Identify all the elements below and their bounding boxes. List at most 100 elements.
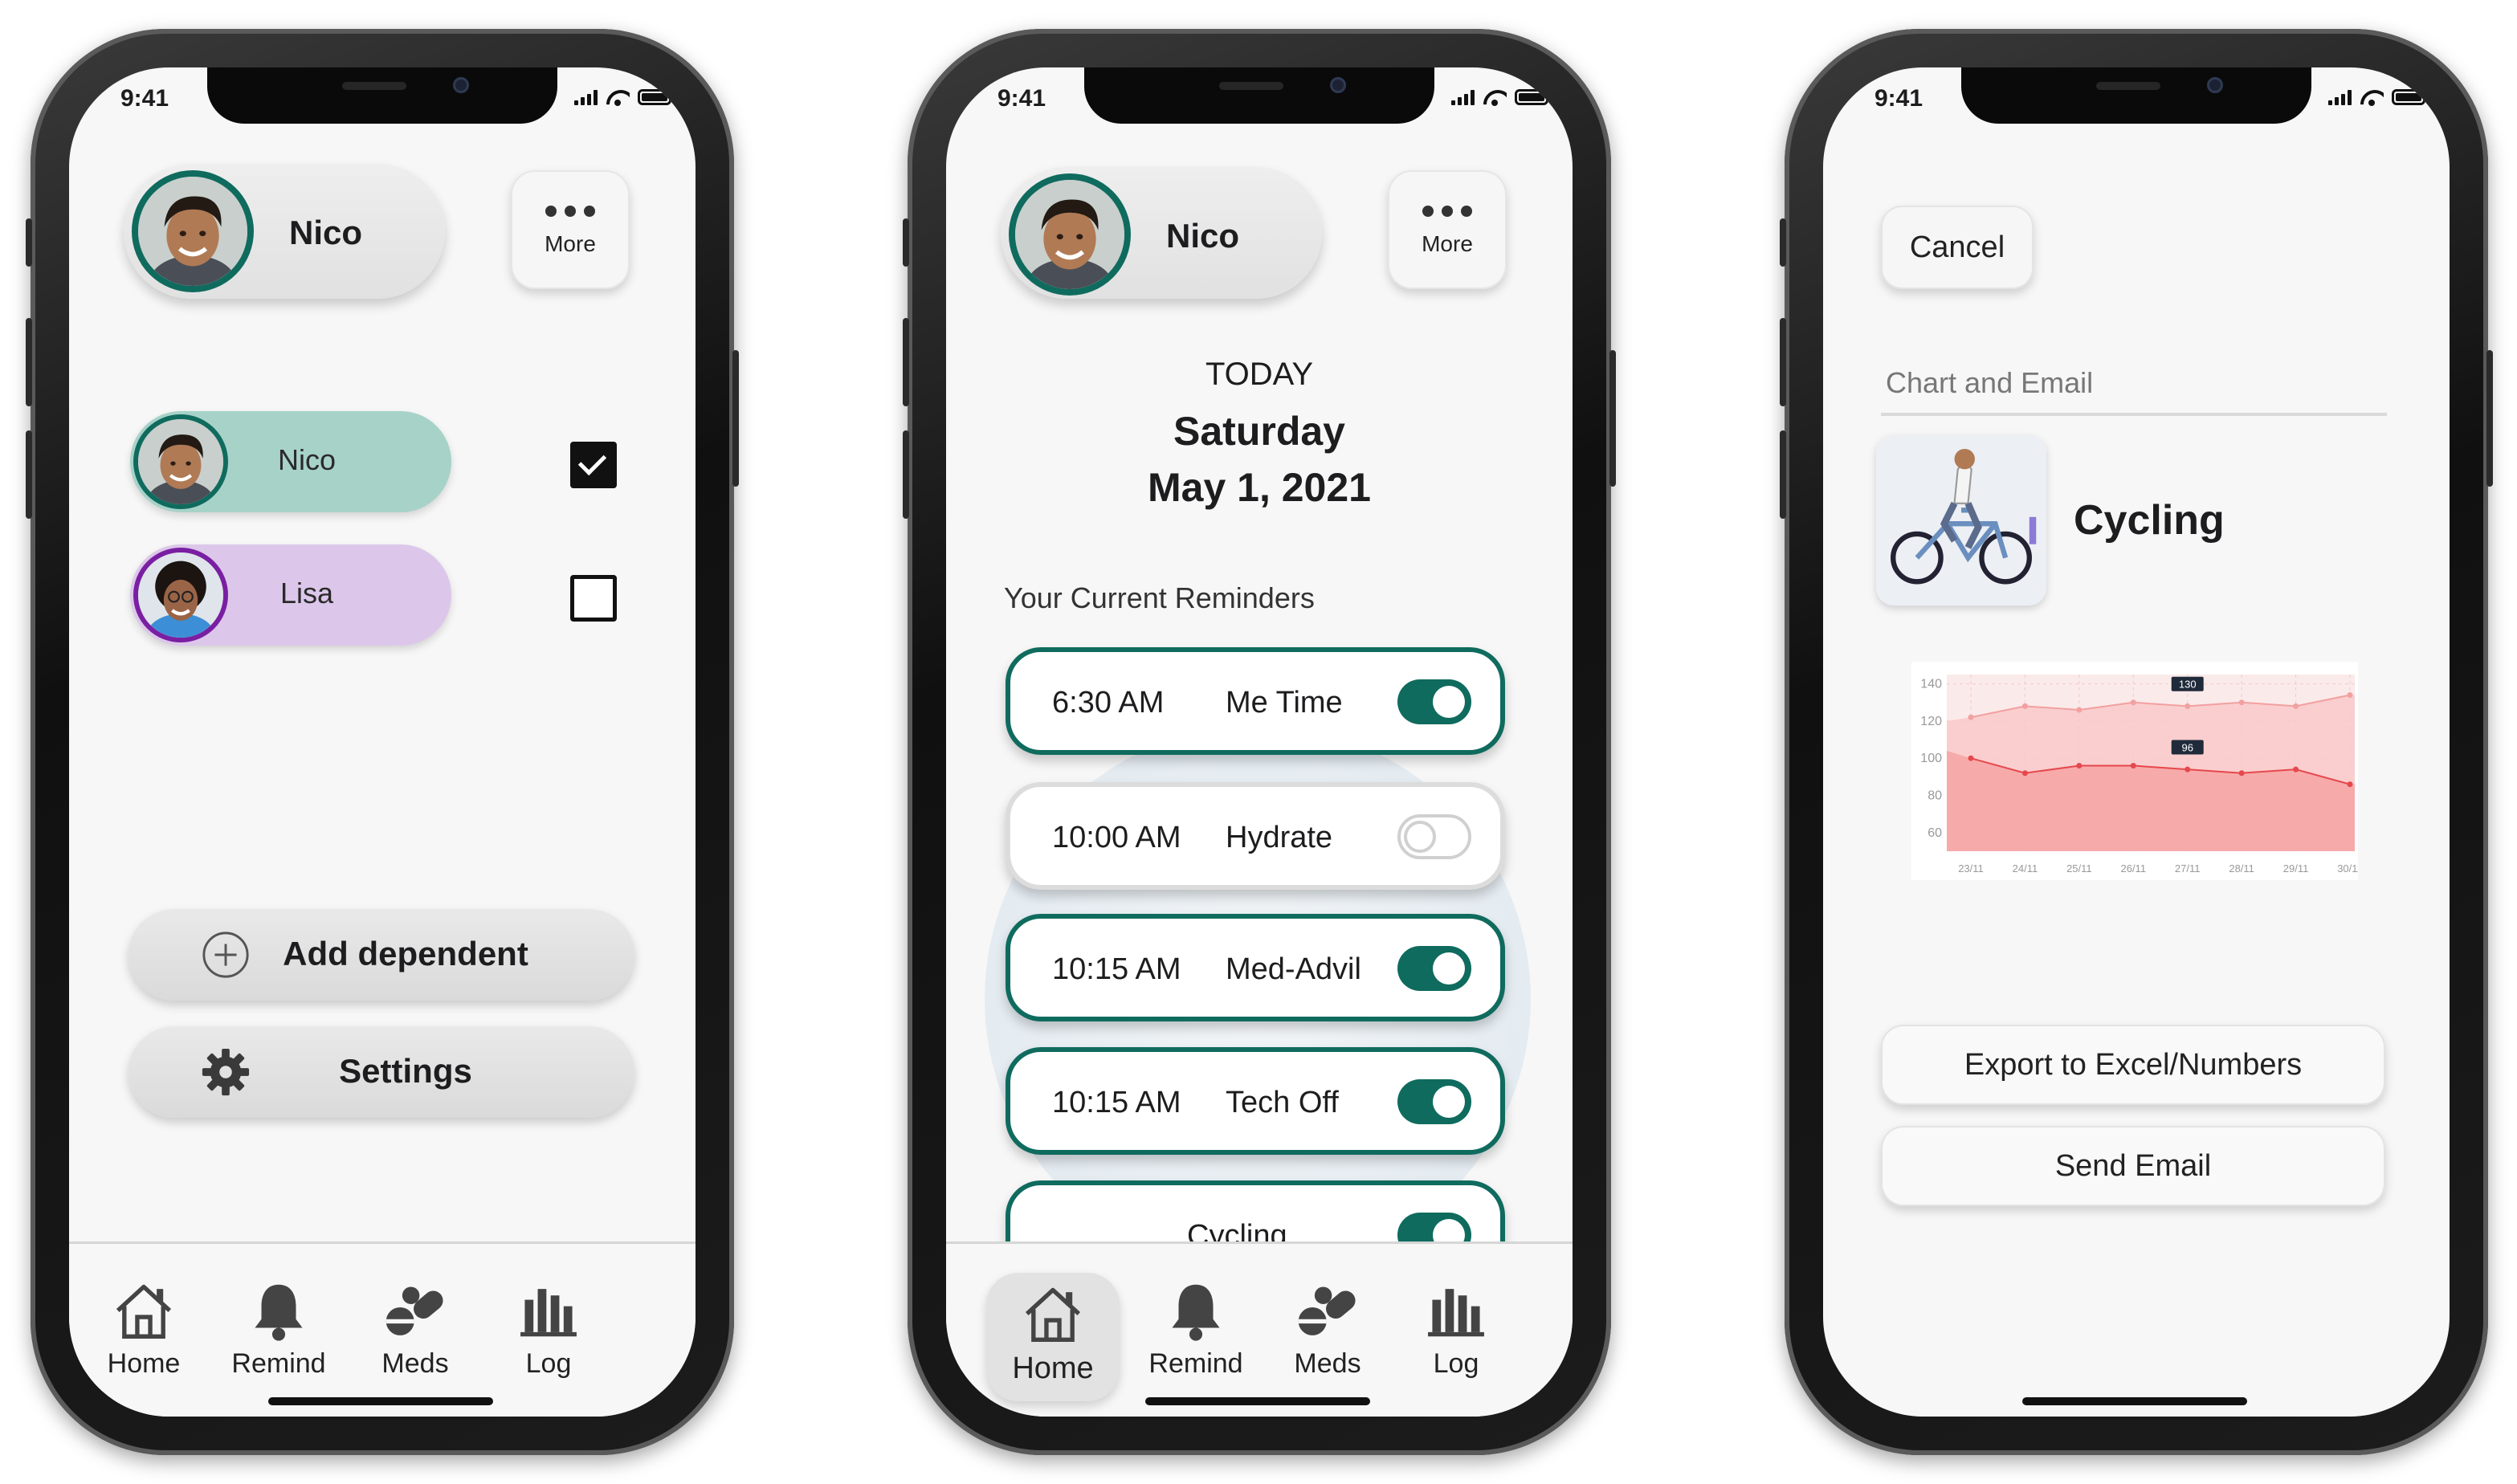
section-label: Chart and Email xyxy=(1886,366,2094,399)
mute-switch xyxy=(26,218,32,267)
chart-point xyxy=(2021,770,2028,777)
chart-x-tick: 28/11 xyxy=(2229,862,2254,874)
bar-chart-icon xyxy=(520,1289,577,1337)
tab-label: Remind xyxy=(1148,1348,1243,1379)
reminder-card[interactable]: 10:15 AM Med-Advil xyxy=(1006,914,1505,1021)
chart-email-screen: 9:41 Cancel Chart and Email Cycling 140 1 xyxy=(1823,67,2450,1417)
volume-up-button xyxy=(903,318,909,406)
chart-point xyxy=(2130,699,2136,706)
more-dots-icon xyxy=(1388,206,1507,217)
avatar-nico-image xyxy=(138,177,247,286)
chart-point xyxy=(1968,755,1974,761)
notch xyxy=(1961,67,2311,124)
chart-annotation-label: 96 xyxy=(2181,741,2193,753)
home-indicator xyxy=(268,1397,493,1405)
today-label: TODAY xyxy=(1205,357,1314,392)
battery-icon xyxy=(2392,89,2429,105)
tab-home[interactable]: Home xyxy=(84,1276,204,1380)
home-indicator xyxy=(1145,1397,1370,1405)
pills-icon xyxy=(1298,1286,1356,1335)
send-email-button[interactable]: Send Email xyxy=(1881,1126,2385,1206)
reminder-toggle[interactable] xyxy=(1397,679,1471,724)
avatar xyxy=(132,170,254,292)
cycling-chart: 140 120 100 80 60 23/11 24/11 25/11 26/11 27/11 28… xyxy=(1911,662,2358,880)
battery-icon xyxy=(638,89,675,105)
signal-icon xyxy=(1451,89,1475,105)
status-time: 9:41 xyxy=(120,85,169,112)
bar-chart-icon xyxy=(1428,1289,1484,1337)
chart-x-tick: 25/11 xyxy=(2066,862,2092,874)
volume-down-button xyxy=(1780,430,1786,519)
dependent-name: Lisa xyxy=(279,577,334,610)
add-dependent-button[interactable]: Add dependent xyxy=(129,909,634,1001)
more-dots-icon xyxy=(511,206,630,217)
tab-meds[interactable]: Meds xyxy=(1267,1276,1388,1380)
tab-label: Log xyxy=(525,1348,572,1379)
chart-point xyxy=(2238,699,2245,706)
wifi-icon xyxy=(606,88,630,106)
reminder-toggle[interactable] xyxy=(1397,814,1471,859)
reminder-toggle[interactable] xyxy=(1397,946,1471,991)
chart-point xyxy=(2021,703,2028,709)
section-divider xyxy=(1881,413,2387,416)
tab-label: Log xyxy=(1433,1348,1479,1379)
avatar-nico-image xyxy=(1015,180,1124,289)
tab-label: Remind xyxy=(231,1348,326,1379)
dependent-checkbox-lisa[interactable] xyxy=(570,575,617,622)
settings-label: Settings xyxy=(339,1052,472,1090)
wifi-icon xyxy=(1483,88,1507,106)
today-date: May 1, 2021 xyxy=(1148,465,1371,510)
pills-icon xyxy=(386,1286,443,1335)
tab-log[interactable]: Log xyxy=(488,1276,609,1380)
more-button[interactable]: More xyxy=(1388,170,1507,289)
chart-point xyxy=(1968,714,1974,720)
settings-button[interactable]: Settings xyxy=(129,1026,634,1118)
notch xyxy=(207,67,557,124)
chart-point xyxy=(2076,707,2083,713)
reminder-card[interactable]: 10:00 AM Hydrate xyxy=(1006,782,1505,890)
power-button xyxy=(732,350,739,487)
chart-annotation-label: 130 xyxy=(2179,679,2197,691)
cycling-image[interactable] xyxy=(1876,435,2046,605)
dependent-checkbox-nico[interactable] xyxy=(570,442,617,488)
profile-switcher[interactable]: Nico xyxy=(124,164,445,299)
battery-icon xyxy=(1515,89,1552,105)
volume-down-button xyxy=(26,430,32,519)
more-label: More xyxy=(545,231,596,256)
status-icons xyxy=(574,88,675,106)
chart-x-tick: 27/11 xyxy=(2175,862,2201,874)
export-button[interactable]: Export to Excel/Numbers xyxy=(1881,1025,2385,1105)
tab-remind[interactable]: Remind xyxy=(218,1276,339,1380)
signal-icon xyxy=(2328,89,2352,105)
profile-name: Nico xyxy=(289,214,363,251)
chart-point xyxy=(2238,770,2245,777)
cancel-button[interactable]: Cancel xyxy=(1881,206,2034,289)
tab-home[interactable]: Home xyxy=(986,1273,1120,1401)
signal-icon xyxy=(574,89,598,105)
status-icons xyxy=(2328,88,2429,106)
phone-frame-reminders: 9:41 Nico More TODAY Saturday May 1, 202… xyxy=(903,29,1616,1455)
reminder-time: 10:15 AM xyxy=(1052,952,1181,986)
tab-label: Meds xyxy=(381,1348,449,1379)
today-weekday: Saturday xyxy=(1173,409,1345,454)
dependent-row-nico[interactable]: Nico xyxy=(130,411,451,512)
reminder-card[interactable]: 6:30 AM Me Time xyxy=(1006,647,1505,755)
bell-icon xyxy=(255,1284,303,1341)
tab-remind[interactable]: Remind xyxy=(1136,1276,1256,1380)
profile-switcher[interactable]: Nico xyxy=(1001,167,1322,299)
notch xyxy=(1084,67,1434,124)
cyclist-illustration xyxy=(1876,435,2046,605)
phone-frame-chart-email: 9:41 Cancel Chart and Email Cycling 140 1 xyxy=(1780,29,2493,1455)
house-icon xyxy=(1025,1287,1081,1342)
chart-x-tick: 29/11 xyxy=(2283,862,2309,874)
reminder-toggle[interactable] xyxy=(1397,1079,1471,1124)
profile-name: Nico xyxy=(1166,217,1240,255)
status-time: 9:41 xyxy=(1874,85,1923,112)
tab-bar: Home Remind Meds Log xyxy=(946,1241,1573,1417)
tab-meds[interactable]: Meds xyxy=(355,1276,475,1380)
more-button[interactable]: More xyxy=(511,170,630,289)
reminder-card[interactable]: 10:15 AM Tech Off xyxy=(1006,1047,1505,1155)
dependent-name: Nico xyxy=(277,443,337,476)
dependent-row-lisa[interactable]: Lisa xyxy=(130,544,451,646)
tab-log[interactable]: Log xyxy=(1396,1276,1516,1380)
